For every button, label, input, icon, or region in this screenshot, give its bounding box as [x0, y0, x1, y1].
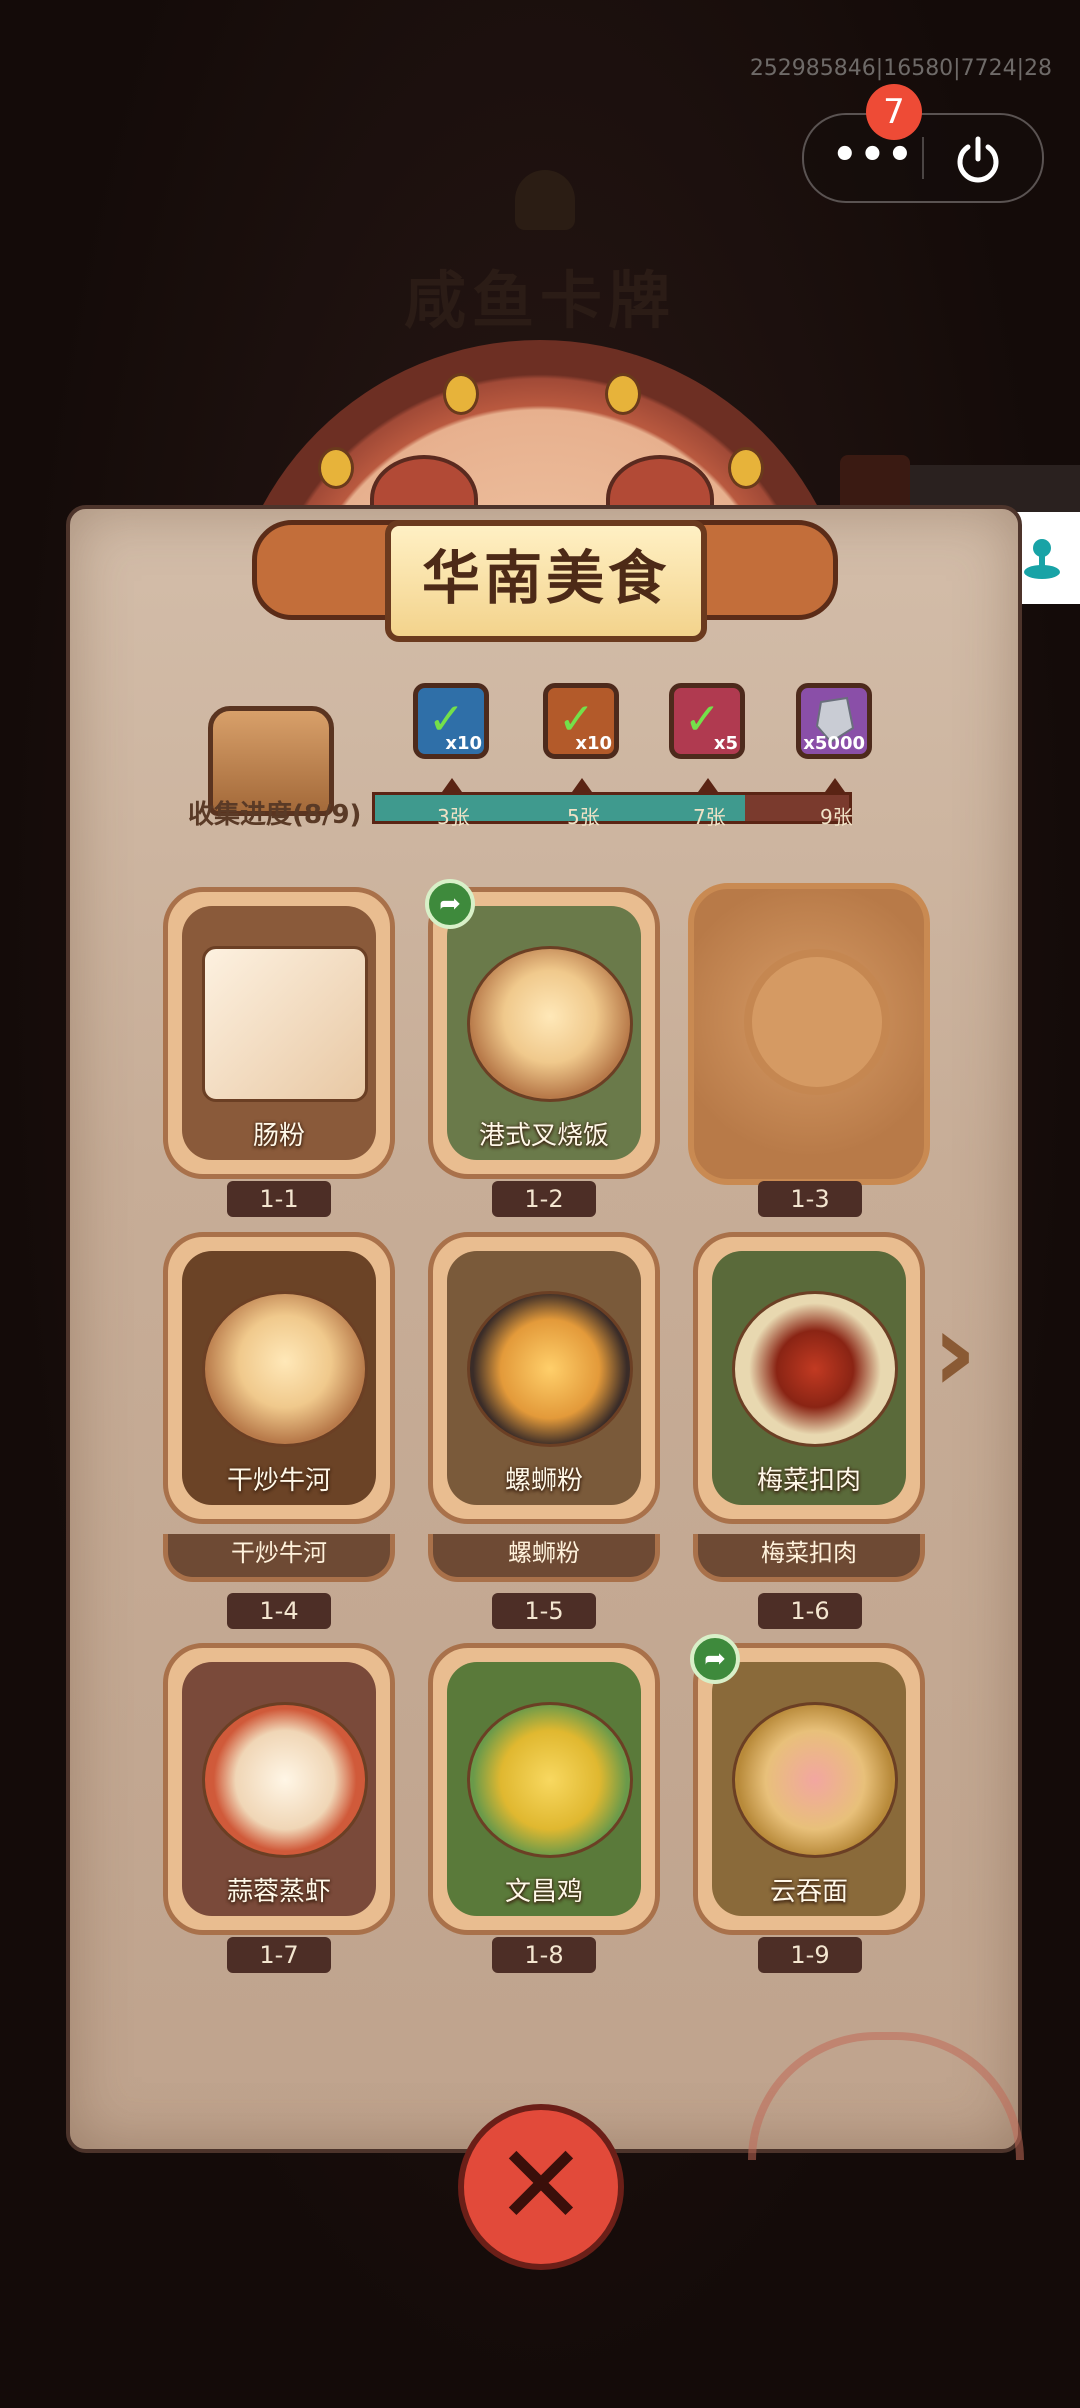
more-button[interactable]: ••• — [832, 135, 913, 179]
milestone-tick — [572, 778, 592, 792]
milestone-label: 5张 — [567, 805, 600, 829]
milestone-tick — [698, 778, 718, 792]
food-card[interactable]: 港式叉烧饭 — [428, 887, 660, 1179]
dish-illustration — [202, 1702, 368, 1858]
capsule-divider — [922, 137, 924, 179]
reward-count: x5 — [713, 733, 738, 754]
dish-illustration — [467, 1291, 633, 1447]
next-page-arrow-icon[interactable]: › — [932, 1297, 1002, 1407]
locked-card[interactable] — [688, 883, 930, 1185]
card-name: 梅菜扣肉 — [756, 1466, 861, 1496]
card-code: 1-6 — [758, 1593, 862, 1629]
reward-item[interactable]: ✓ x10 — [413, 683, 489, 759]
card-strip[interactable]: 干炒牛河 — [163, 1534, 395, 1582]
card-code: 1-1 — [227, 1181, 331, 1217]
card-code: 1-4 — [227, 1593, 331, 1629]
card-code: 1-2 — [492, 1181, 596, 1217]
reward-count: x10 — [445, 733, 482, 754]
card-name: 肠粉 — [252, 1121, 305, 1151]
close-button[interactable]: ✕ — [458, 2104, 624, 2270]
wheel-bolt — [443, 373, 479, 415]
dish-illustration — [732, 1291, 898, 1447]
dish-illustration — [467, 946, 633, 1102]
food-card[interactable]: 云吞面 — [693, 1643, 925, 1935]
card-code: 1-9 — [758, 1937, 862, 1973]
dish-illustration — [202, 946, 368, 1102]
card-name: 云吞面 — [769, 1877, 848, 1907]
dish-illustration — [202, 1291, 368, 1447]
milestone-tick — [442, 778, 462, 792]
card-name: 干炒牛河 — [226, 1466, 331, 1496]
title-banner: 华南美食 — [385, 520, 707, 642]
mini-program-capsule: ••• — [802, 113, 1044, 203]
card-strip[interactable]: 螺蛳粉 — [428, 1534, 660, 1582]
progress-bar-fill — [375, 795, 745, 821]
card-code: 1-8 — [492, 1937, 596, 1973]
milestone-label: 3张 — [437, 805, 470, 829]
card-name: 港式叉烧饭 — [478, 1121, 609, 1151]
food-card[interactable]: 蒜蓉蒸虾 — [163, 1643, 395, 1935]
card-strip[interactable]: 梅菜扣肉 — [693, 1534, 925, 1582]
dish-illustration — [467, 1702, 633, 1858]
dish-illustration — [732, 1702, 898, 1858]
card-name: 蒜蓉蒸虾 — [226, 1877, 331, 1907]
card-code: 1-7 — [227, 1937, 331, 1973]
collection-progress-label: 收集进度(8/9) — [188, 800, 362, 830]
milestone-label: 9张 — [820, 805, 853, 829]
debug-id-text: 252985846|16580|7724|28 — [749, 56, 1052, 81]
bell-icon — [515, 170, 575, 230]
milestone-label: 7张 — [693, 805, 726, 829]
power-icon[interactable] — [952, 133, 1004, 185]
wheel-bolt — [605, 373, 641, 415]
wheel-bolt — [318, 447, 354, 489]
wheel-bolt — [728, 447, 764, 489]
reward-item[interactable]: ✓ x10 — [543, 683, 619, 759]
share-icon[interactable]: ➦ — [425, 879, 475, 929]
reward-item[interactable]: ✓ x5 — [669, 683, 745, 759]
food-card[interactable]: 文昌鸡 — [428, 1643, 660, 1935]
share-icon[interactable]: ➦ — [690, 1634, 740, 1684]
mascot-placeholder-icon — [744, 949, 890, 1095]
food-card[interactable]: 干炒牛河 — [163, 1232, 395, 1524]
card-code: 1-5 — [492, 1593, 596, 1629]
reward-item[interactable]: x5000 — [796, 683, 872, 759]
collection-title: 华南美食 — [421, 544, 670, 612]
reward-count: x5000 — [803, 733, 865, 754]
card-code: 1-3 — [758, 1181, 862, 1217]
milestone-tick — [825, 778, 845, 792]
food-card[interactable]: 梅菜扣肉 — [693, 1232, 925, 1524]
food-card[interactable]: 螺蛳粉 — [428, 1232, 660, 1524]
card-name: 文昌鸡 — [504, 1877, 583, 1907]
game-title: 咸鱼卡牌 — [403, 264, 676, 337]
card-name: 螺蛳粉 — [504, 1466, 583, 1496]
reward-count: x10 — [575, 733, 612, 754]
notification-badge: 7 — [866, 84, 922, 140]
food-card[interactable]: 肠粉 — [163, 887, 395, 1179]
